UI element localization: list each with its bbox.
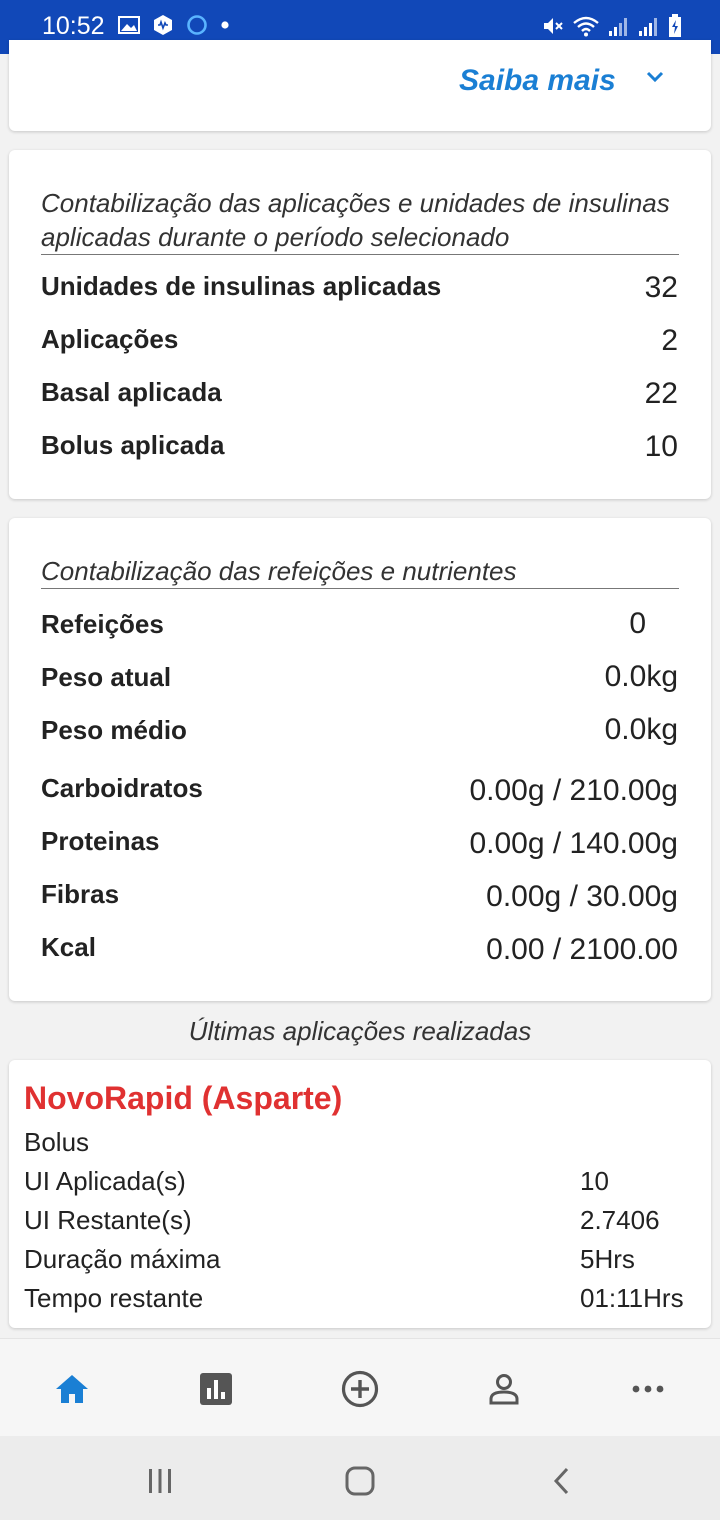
current-weight-value: 0.0kg	[604, 660, 678, 693]
home-icon[interactable]	[50, 1367, 94, 1411]
status-right-icons	[540, 14, 682, 38]
meals-summary-title: Contabilização das refeições e nutriente…	[41, 554, 679, 589]
insulin-units-label: Unidades de insulinas aplicadas	[41, 271, 442, 301]
time-remaining-value: 01:11Hrs	[580, 1283, 684, 1313]
saiba-mais-card: Saiba mais	[9, 40, 711, 131]
current-weight-label: Peso atual	[41, 662, 172, 692]
dot-icon	[221, 21, 229, 29]
signal-icon	[639, 18, 657, 36]
applications-value: 2	[661, 324, 678, 357]
mute-icon	[544, 18, 563, 34]
insulin-name: NovoRapid (Asparte)	[24, 1080, 343, 1116]
average-weight-label: Peso médio	[41, 715, 187, 745]
status-time: 10:52	[42, 12, 105, 40]
signal-icon	[609, 18, 627, 36]
kcal-label: Kcal	[41, 932, 96, 962]
shield-icon	[154, 15, 172, 35]
ui-remaining-label: UI Restante(s)	[24, 1205, 192, 1235]
saiba-mais-link[interactable]: Saiba mais	[459, 64, 616, 98]
ui-applied-label: UI Aplicada(s)	[24, 1166, 186, 1196]
recent-apps-icon[interactable]	[140, 1464, 180, 1498]
fiber-label: Fibras	[41, 879, 120, 909]
ui-remaining-value: 2.7406	[580, 1205, 660, 1235]
application-type: Bolus	[24, 1127, 90, 1157]
person-icon[interactable]	[482, 1367, 526, 1411]
battery-icon	[669, 14, 681, 37]
basal-label: Basal aplicada	[41, 377, 222, 407]
insulin-summary-card: Contabilização das aplicações e unidades…	[9, 150, 711, 499]
max-duration-value: 5Hrs	[580, 1244, 635, 1274]
back-icon[interactable]	[542, 1464, 582, 1498]
chevron-down-icon[interactable]	[645, 70, 665, 84]
application-card[interactable]: NovoRapid (Asparte) Bolus UI Aplicada(s)…	[9, 1060, 711, 1328]
add-circle-icon[interactable]	[338, 1367, 382, 1411]
status-left-icons	[118, 14, 230, 36]
average-weight-value: 0.0kg	[604, 713, 678, 746]
meals-summary-card: Contabilização das refeições e nutriente…	[9, 518, 711, 1001]
insulin-units-value: 32	[644, 271, 678, 304]
carbs-label: Carboidratos	[41, 773, 203, 803]
carbs-value: 0.00g / 210.00g	[469, 774, 678, 807]
bolus-value: 10	[644, 430, 678, 463]
basal-value: 22	[644, 377, 678, 410]
chart-icon[interactable]	[194, 1367, 238, 1411]
system-navigation-bar	[0, 1436, 720, 1520]
wifi-icon	[573, 16, 599, 37]
image-icon	[118, 16, 140, 34]
max-duration-label: Duração máxima	[24, 1244, 221, 1274]
proteins-value: 0.00g / 140.00g	[469, 827, 678, 860]
last-applications-heading: Últimas aplicações realizadas	[188, 1016, 532, 1046]
time-remaining-label: Tempo restante	[24, 1283, 204, 1313]
ui-applied-value: 10	[580, 1166, 609, 1196]
proteins-label: Proteinas	[41, 826, 160, 856]
insulin-summary-title: Contabilização das aplicações e unidades…	[41, 186, 679, 255]
meals-label: Refeições	[41, 609, 164, 639]
bolus-label: Bolus aplicada	[41, 430, 225, 460]
more-icon[interactable]	[626, 1367, 670, 1411]
kcal-value: 0.00 / 2100.00	[486, 933, 678, 966]
applications-label: Aplicações	[41, 324, 179, 354]
fiber-value: 0.00g / 30.00g	[486, 880, 678, 913]
circle-icon	[187, 15, 207, 35]
meals-value: 0	[629, 607, 646, 640]
home-button-icon[interactable]	[340, 1464, 380, 1498]
bottom-navigation	[0, 1338, 720, 1436]
